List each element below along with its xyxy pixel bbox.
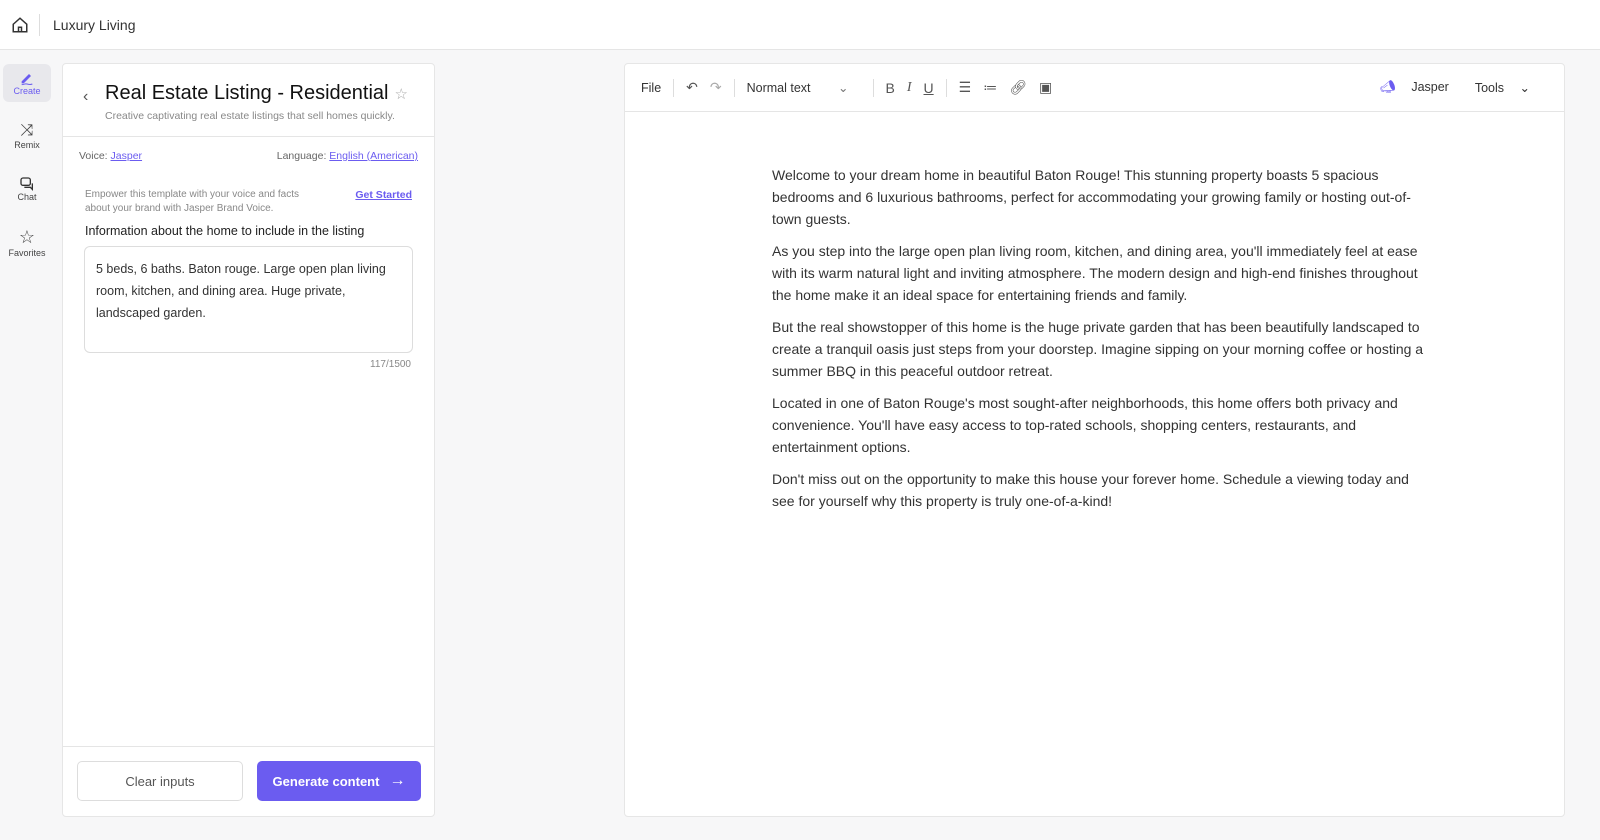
paragraph: Don't miss out on the opportunity to mak…	[772, 471, 1409, 509]
redo-icon[interactable]: ↷	[710, 79, 722, 96]
file-menu[interactable]: File	[641, 81, 661, 95]
pen-icon	[21, 74, 33, 86]
template-panel: ‹ Real Estate Listing - Residential ☆ Cre…	[62, 63, 435, 817]
tools-menu[interactable]: Tools ⌄	[1475, 80, 1542, 95]
get-started-link[interactable]: Get Started	[355, 188, 412, 216]
undo-icon[interactable]: ↶	[686, 79, 698, 96]
tools-label: Tools	[1474, 81, 1505, 95]
project-title: Luxury Living	[53, 16, 136, 33]
paragraph: Located in one of Baton Rouge's most sou…	[772, 395, 1398, 455]
chevron-down-icon: ⌄	[838, 81, 849, 95]
underline-icon[interactable]: U	[924, 80, 934, 96]
rail-label: Chat	[17, 192, 37, 202]
voice-label: Voice:	[79, 150, 108, 162]
rail-remix[interactable]: ⤨ Remix	[3, 117, 51, 155]
template-title: Real Estate Listing - Residential	[105, 82, 389, 104]
rail-chat[interactable]: Chat	[3, 170, 51, 208]
star-icon: ☆	[18, 226, 36, 247]
numbered-list-icon[interactable]: ≔	[983, 79, 997, 96]
italic-icon[interactable]: I	[907, 80, 912, 96]
rail-label: Favorites	[8, 247, 46, 258]
paragraph: As you step into the large open plan liv…	[772, 243, 1418, 303]
shuffle-icon: ⤨	[20, 122, 34, 139]
language-label: Language:	[276, 150, 327, 162]
bullet-list-icon[interactable]: ☰	[959, 79, 972, 96]
document-body[interactable]: Welcome to your dream home in beautiful …	[625, 112, 1425, 512]
editor-toolbar: File ↶ ↷ Normal text ⌄ B I U ☰ ≔ 🔗︎ ▣ 📣︎…	[625, 64, 1564, 112]
rail-label: Create	[13, 86, 41, 96]
brand-voice-text: Empower this template with your voice an…	[85, 189, 299, 214]
clear-inputs-button[interactable]: Clear inputs	[77, 761, 243, 801]
rail-create[interactable]: Create	[3, 64, 51, 102]
jasper-label: Jasper	[1411, 80, 1449, 94]
field-label: Information about the home to include in…	[85, 224, 365, 238]
template-subtitle: Creative captivating real estate listing…	[105, 110, 395, 122]
editor: File ↶ ↷ Normal text ⌄ B I U ☰ ≔ 🔗︎ ▣ 📣︎…	[624, 63, 1565, 817]
generate-label: Generate content	[272, 773, 380, 789]
char-count: 117/1500	[370, 359, 411, 370]
link-icon[interactable]: 🔗︎	[1009, 79, 1027, 96]
text-style-select[interactable]: Normal text ⌄	[747, 80, 861, 95]
rail-favorites[interactable]: ☆ Favorites	[3, 223, 51, 261]
paragraph: Welcome to your dream home in beautiful …	[772, 167, 1411, 227]
jasper-button[interactable]: 📣︎ Jasper	[1380, 80, 1461, 95]
image-icon[interactable]: ▣	[1039, 79, 1052, 96]
language-link[interactable]: English (American)	[329, 150, 418, 162]
favorite-star-icon[interactable]: ☆	[394, 86, 407, 103]
side-rail: Create ⤨ Remix Chat ☆ Favorites	[0, 58, 54, 276]
voice-link[interactable]: Jasper	[111, 150, 143, 162]
rail-label: Remix	[14, 140, 40, 150]
back-chevron-icon[interactable]: ‹	[83, 88, 88, 106]
top-bar: Luxury Living	[0, 0, 1600, 50]
megaphone-icon: 📣︎	[1379, 80, 1396, 94]
bold-icon[interactable]: B	[886, 80, 895, 96]
generate-content-button[interactable]: Generate content →	[257, 761, 421, 801]
chevron-down-icon: ⌄	[1519, 81, 1530, 95]
arrow-right-icon: →	[389, 772, 406, 789]
paragraph: But the real showstopper of this home is…	[772, 319, 1424, 379]
home-button[interactable]	[0, 13, 40, 36]
chat-icon	[20, 177, 33, 191]
home-icon	[12, 16, 27, 32]
text-style-value: Normal text	[746, 81, 811, 95]
home-info-textarea[interactable]: 5 beds, 6 baths. Baton rouge. Large open…	[84, 246, 413, 353]
